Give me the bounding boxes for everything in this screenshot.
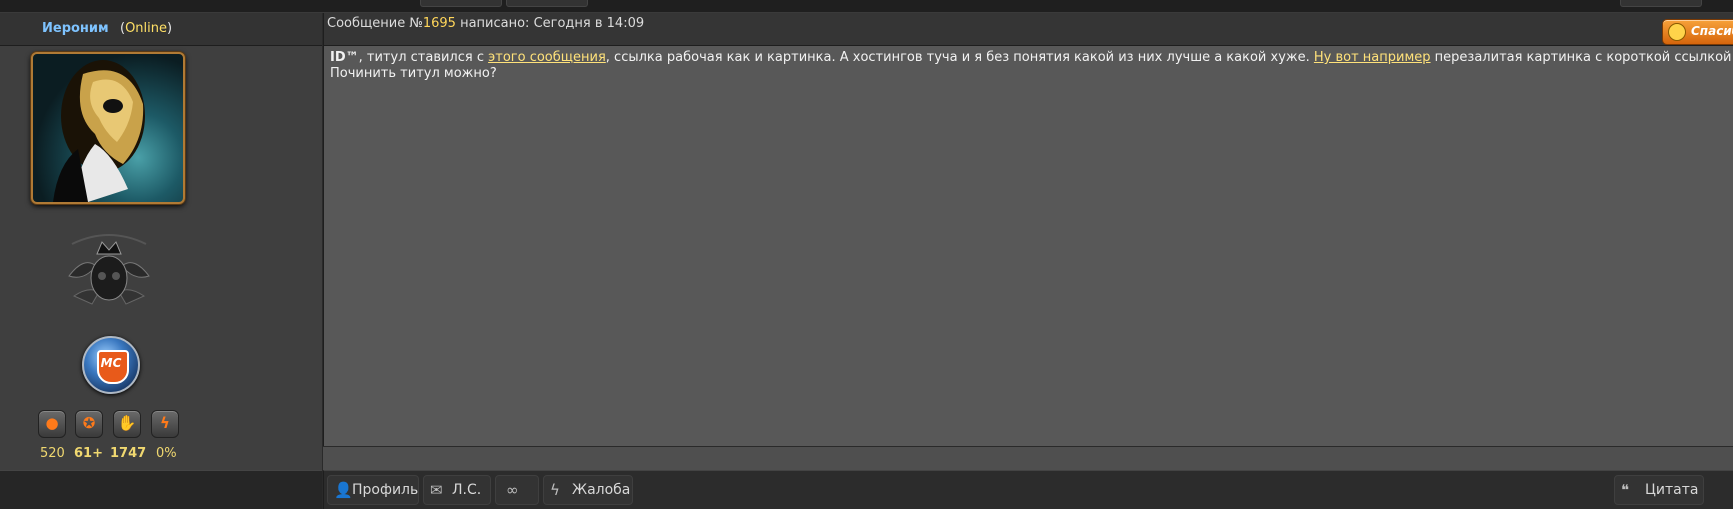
medal-icon[interactable]: ✪ — [75, 410, 103, 438]
author-username[interactable]: Иероним — [42, 21, 109, 36]
envelope-icon: ✉ — [430, 481, 443, 499]
lightning-icon[interactable]: ϟ — [151, 410, 179, 438]
top-tab — [1620, 0, 1702, 7]
speech-bubble-icon[interactable]: ● — [38, 410, 66, 438]
avatar[interactable] — [31, 52, 185, 204]
posts-count: 520 — [40, 446, 65, 461]
link-icon: ∞ — [506, 481, 519, 499]
mentioned-user: ID™ — [330, 50, 359, 65]
quote-button[interactable]: ❝ Цитата — [1614, 475, 1704, 505]
footer-left — [0, 470, 322, 509]
post-text: ID™, титул ставился с этого сообщения, с… — [330, 50, 1732, 81]
mc-badge: MC — [82, 336, 140, 394]
profile-button[interactable]: 👤 Профиль — [327, 475, 419, 505]
quote-icon: ❝ — [1621, 481, 1630, 499]
top-tab — [506, 0, 588, 7]
link-for-example[interactable]: Ну вот например — [1314, 50, 1431, 65]
likes-count: 1747 — [110, 446, 147, 461]
post-text-line2: Починить титул можно? — [330, 66, 497, 81]
thumbs-up-icon[interactable]: ✋ — [113, 410, 141, 438]
user-panel: MC ● ✪ ✋ ϟ 520 61+ 1747 0% — [0, 46, 322, 470]
person-icon: 👤 — [334, 481, 353, 499]
rank-emblem-icon — [68, 234, 150, 305]
pm-button[interactable]: ✉ Л.С. — [423, 475, 491, 505]
post-meta: Сообщение №1695 написано: Сегодня в 14:0… — [327, 16, 645, 31]
link-button[interactable]: ∞ — [495, 475, 539, 505]
post-actions: 👤 Профиль ✉ Л.С. ∞ ϟ Жалоба ❝ Цитата — [323, 470, 1733, 509]
warning-percent: 0% — [156, 446, 177, 461]
top-strip — [0, 0, 1733, 13]
lightning-icon: ϟ — [550, 481, 560, 499]
signature-area — [323, 446, 1733, 470]
thanks-label: Спасибо — [1691, 24, 1733, 38]
author-status: (Online) — [120, 21, 173, 36]
link-this-message[interactable]: этого сообщения — [488, 50, 606, 65]
post-meta-header: Сообщение №1695 написано: Сегодня в 14:0… — [323, 13, 1733, 46]
reputation-count: 61+ — [74, 446, 103, 461]
complaint-button[interactable]: ϟ Жалоба — [543, 475, 633, 505]
thanks-button[interactable]: Спасибо — [1662, 19, 1733, 45]
post-content: ID™, титул ставился с этого сообщения, с… — [323, 46, 1733, 446]
thanks-icon — [1668, 23, 1686, 41]
message-number[interactable]: 1695 — [423, 16, 456, 31]
online-status: Online — [125, 21, 168, 36]
post-author-header: Иероним (Online) — [0, 13, 322, 46]
top-tab — [420, 0, 502, 7]
